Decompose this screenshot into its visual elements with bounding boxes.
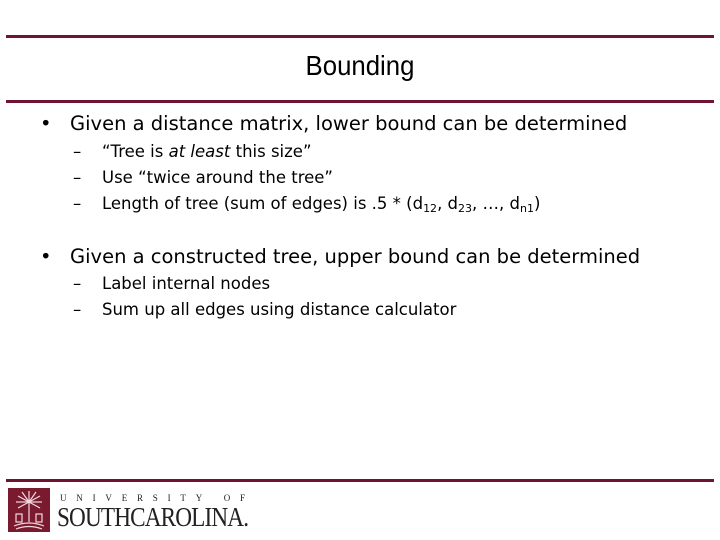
sub-bullet: – Label internal nodes [73, 274, 270, 293]
subscript: 12 [423, 202, 438, 215]
title-bottom-rule [6, 100, 714, 103]
sub-bullet: – Length of tree (sum of edges) is .5 * (… [73, 194, 540, 215]
dash-icon: – [73, 168, 82, 187]
bullet-lower-bound: • Given a distance matrix, lower bound ca… [40, 112, 627, 135]
text: ) [533, 194, 541, 213]
bullet-text: Given a constructed tree, upper bound ca… [70, 245, 641, 268]
title-top-rule [6, 35, 714, 38]
bullet-icon: • [40, 245, 52, 268]
dash-icon: – [73, 142, 82, 161]
sub-bullet: – Sum up all edges using distance calcula… [73, 300, 456, 319]
dash-icon: – [73, 274, 82, 293]
text: Sum up all edges using distance calculat… [102, 300, 457, 319]
bullet-text: Given a distance matrix, lower bound can… [70, 112, 628, 135]
bullet-icon: • [40, 112, 52, 135]
text: , …, d [472, 194, 520, 213]
text: Use “twice around the tree” [102, 168, 333, 187]
subscript: 23 [458, 202, 473, 215]
sub-bullet: – “Tree is at least this size” [73, 142, 312, 161]
text: Length of tree (sum of edges) is .5 * (d [102, 194, 424, 213]
subscript: n1 [519, 202, 534, 215]
south-carolina-wordmark: SOUTHCAROLINA. [57, 502, 249, 532]
dash-icon: – [73, 194, 82, 213]
emphasis-text: at least [168, 142, 231, 161]
footer-rule [6, 479, 714, 482]
text: this size” [230, 142, 312, 161]
text: “Tree is [102, 142, 169, 161]
dash-icon: – [73, 300, 82, 319]
sub-bullet: – Use “twice around the tree” [73, 168, 333, 187]
text: , d [437, 194, 459, 213]
bullet-upper-bound: • Given a constructed tree, upper bound c… [40, 245, 640, 268]
slide-title: Bounding [305, 50, 415, 81]
text: Label internal nodes [102, 274, 271, 293]
palmetto-tree-icon [8, 488, 50, 532]
